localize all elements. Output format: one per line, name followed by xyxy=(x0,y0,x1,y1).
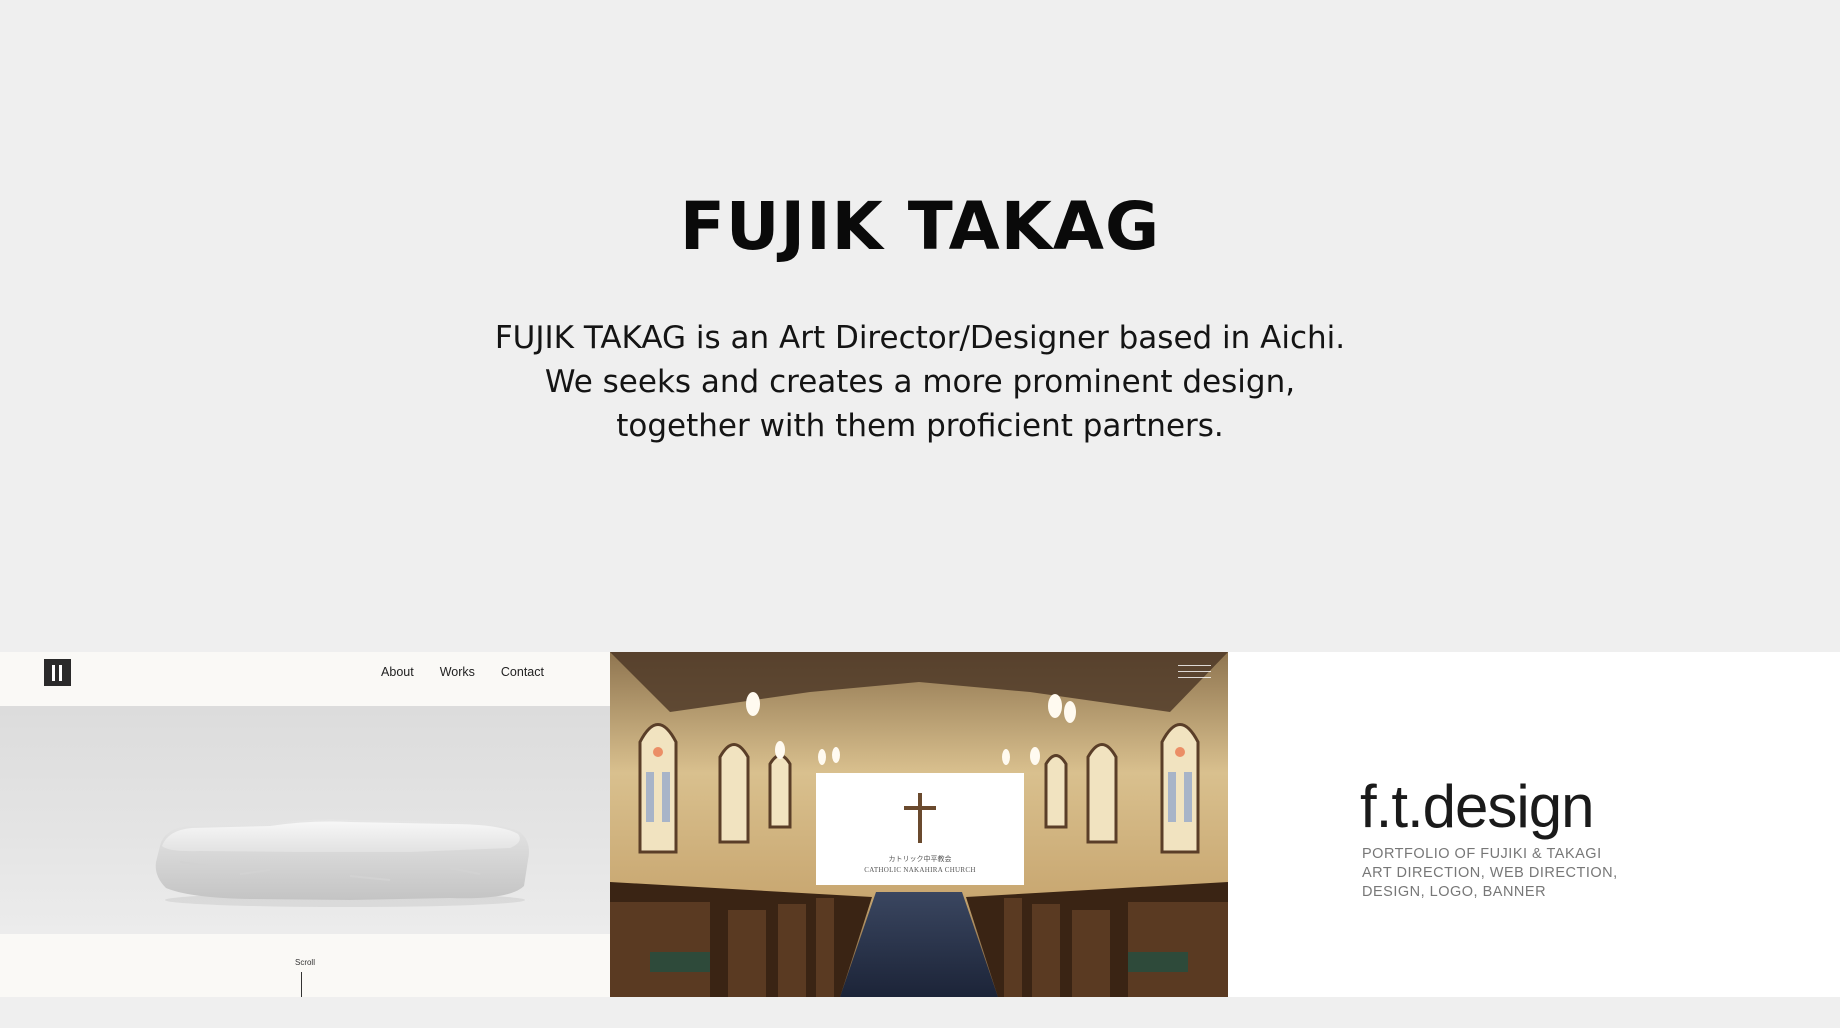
ftdesign-title: f.t.design xyxy=(1360,773,1594,840)
church-logo-sign: カトリック中平教会 CATHOLIC NAKAHIRA CHURCH xyxy=(816,773,1024,885)
stone-product-image xyxy=(0,706,610,934)
cross-icon xyxy=(918,793,922,843)
hero-section: FUJIK TAKAG FUJIK TAKAG is an Art Direct… xyxy=(0,0,1840,652)
ftdesign-line: ART DIRECTION, WEB DIRECTION, xyxy=(1362,865,1618,881)
nav-works-link[interactable]: Works xyxy=(440,665,475,679)
hero-description: FUJIK TAKAG is an Art Director/Designer … xyxy=(0,316,1840,448)
stone-shape xyxy=(155,819,529,907)
hero-description-line: together with them proficient partners. xyxy=(616,408,1224,444)
scroll-indicator-label: Scroll xyxy=(294,958,315,967)
ft-logo-icon xyxy=(44,659,71,686)
church-name-jp: カトリック中平教会 xyxy=(888,855,952,863)
work-preview-header: About Works Contact xyxy=(0,652,610,706)
works-gallery: About Works Contact Scroll カトリック中平教会 CAT… xyxy=(0,652,1840,997)
page-title: FUJIK TAKAG xyxy=(679,188,1161,265)
work-card-church[interactable]: カトリック中平教会 CATHOLIC NAKAHIRA CHURCH xyxy=(610,652,1228,997)
hero-description-line: We seeks and creates a more prominent de… xyxy=(544,364,1296,400)
nav-about-link[interactable]: About xyxy=(381,665,414,679)
church-name-en: CATHOLIC NAKAHIRA CHURCH xyxy=(864,866,976,874)
hamburger-menu-icon[interactable] xyxy=(1178,665,1211,678)
ftdesign-line: DESIGN, LOGO, BANNER xyxy=(1362,884,1547,900)
work-card-ftdesign[interactable]: f.t.design PORTFOLIO OF FUJIKI & TAKAGI … xyxy=(1228,652,1840,997)
work-card-stone[interactable]: About Works Contact Scroll xyxy=(0,652,610,997)
nav-contact-link[interactable]: Contact xyxy=(501,665,544,679)
work-preview-nav: About Works Contact xyxy=(381,665,544,679)
ftdesign-line: PORTFOLIO OF FUJIKI & TAKAGI xyxy=(1362,846,1602,862)
hero-description-line: FUJIK TAKAG is an Art Director/Designer … xyxy=(494,320,1346,356)
ftdesign-subtitle: PORTFOLIO OF FUJIKI & TAKAGI ART DIRECTI… xyxy=(1362,845,1618,902)
scroll-indicator-line xyxy=(301,972,302,997)
